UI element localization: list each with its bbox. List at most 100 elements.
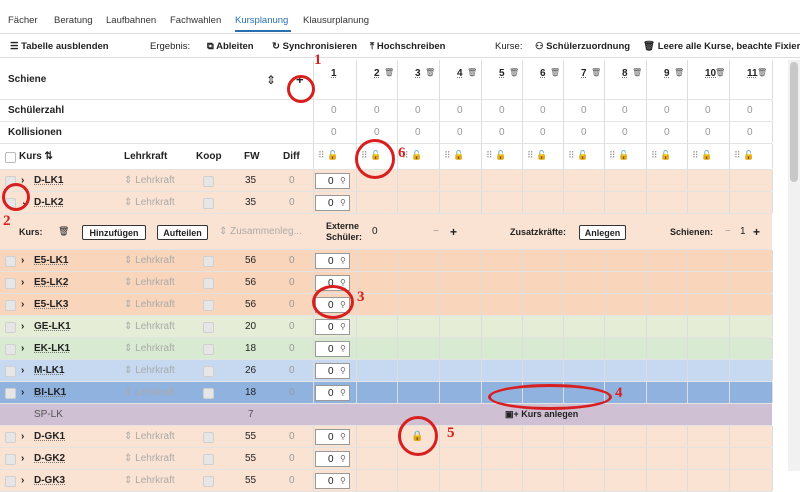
row-checkbox[interactable] [5, 388, 16, 399]
teacher-select[interactable]: ⇕ Lehrkraft [124, 272, 175, 293]
teacher-select[interactable]: ⇕ Lehrkraft [124, 382, 175, 403]
course-name[interactable]: D-LK1 [34, 170, 63, 191]
course-name[interactable]: E5-LK2 [34, 272, 68, 293]
delete-schiene-icon[interactable]: 🗑 [384, 68, 394, 77]
teacher-select[interactable]: ⇕ Lehrkraft [124, 470, 175, 491]
delete-schiene-icon[interactable]: 🗑 [509, 68, 519, 77]
delete-schiene-icon[interactable]: 🗑 [550, 68, 560, 77]
delete-schiene-icon[interactable]: 🗑 [632, 68, 642, 77]
row-checkbox[interactable] [5, 432, 16, 443]
hide-table-button[interactable]: ☰ Tabelle ausblenden [10, 41, 109, 52]
tab-laufbahnen[interactable]: Laufbahnen [106, 15, 156, 26]
delete-schiene-icon[interactable]: 🗑 [467, 68, 477, 77]
pin-icon[interactable]: ⚲ [340, 192, 346, 213]
chevron-right-icon[interactable]: › [21, 360, 24, 381]
teacher-select[interactable]: ⇕ Lehrkraft [124, 360, 175, 381]
student-assign-button[interactable]: ⚇ Schülerzuordnung [535, 41, 630, 52]
pin-icon[interactable]: ⚲ [340, 426, 346, 447]
teacher-select[interactable]: ⇕ Lehrkraft [124, 338, 175, 359]
sync-button[interactable]: ↻ Synchronisieren [272, 41, 357, 52]
add-course-button[interactable]: Hinzufügen [82, 225, 146, 240]
row-checkbox[interactable] [5, 366, 16, 377]
collapse-rows-icon[interactable]: ⇕ [266, 60, 276, 99]
row-checkbox[interactable] [5, 454, 16, 465]
row-checkbox[interactable] [5, 278, 16, 289]
course-name[interactable]: E5-LK1 [34, 250, 68, 271]
tab-beratung[interactable]: Beratung [54, 15, 93, 26]
chevron-right-icon[interactable]: › [21, 426, 24, 447]
koop-checkbox[interactable] [203, 432, 214, 443]
pin-icon[interactable]: ⚲ [340, 360, 346, 381]
select-all-checkbox[interactable] [5, 152, 16, 163]
tab-faecher[interactable]: Fächer [8, 15, 38, 26]
teacher-select[interactable]: ⇕ Lehrkraft [124, 294, 175, 315]
delete-schiene-icon[interactable]: 🗑 [425, 68, 435, 77]
row-checkbox[interactable] [5, 322, 16, 333]
pin-icon[interactable]: ⚲ [340, 338, 346, 359]
lock-icon[interactable]: ⠿ 🔓 [318, 150, 338, 161]
chevron-right-icon[interactable]: › [21, 316, 24, 337]
pin-icon[interactable]: ⚲ [340, 470, 346, 491]
koop-checkbox[interactable] [203, 476, 214, 487]
course-name[interactable]: BI-LK1 [34, 382, 66, 403]
lock-icon[interactable]: ⠿ 🔓 [568, 150, 588, 161]
external-increase-button[interactable]: + [450, 214, 457, 249]
chevron-right-icon[interactable]: › [21, 470, 24, 491]
kurs-header[interactable]: Kurs ⇅ [19, 144, 53, 169]
course-name[interactable]: D-GK3 [34, 470, 65, 491]
pin-icon[interactable]: ⚲ [340, 448, 346, 469]
teacher-select[interactable]: ⇕ Lehrkraft [124, 426, 175, 447]
delete-schiene-icon[interactable]: 🗑 [715, 68, 725, 77]
trash-icon[interactable]: 🗑 [58, 214, 69, 249]
course-name[interactable]: EK-LK1 [34, 338, 70, 359]
chevron-right-icon[interactable]: › [21, 338, 24, 359]
clear-courses-button[interactable]: 🗑 Leere alle Kurse, beachte Fixierungen [643, 41, 800, 52]
koop-checkbox[interactable] [203, 256, 214, 267]
chevron-right-icon[interactable]: › [21, 250, 24, 271]
lock-icon[interactable]: ⠿ 🔓 [734, 150, 754, 161]
rails-increase-button[interactable]: + [753, 214, 760, 249]
pin-icon[interactable]: ⚲ [340, 316, 346, 337]
lock-icon[interactable]: ⠿ 🔓 [444, 150, 464, 161]
tab-kursplanung[interactable]: Kursplanung [235, 15, 288, 26]
tab-klausurplanung[interactable]: Klausurplanung [303, 15, 369, 26]
merge-select[interactable]: ⇕ Zusammenleg... [219, 214, 302, 249]
tab-fachwahlen[interactable]: Fachwahlen [170, 15, 221, 26]
writeup-button[interactable]: ⤒ Hochschreiben [370, 41, 445, 52]
koop-checkbox[interactable] [203, 198, 214, 209]
derive-button[interactable]: ⧉ Ableiten [207, 41, 254, 52]
delete-schiene-icon[interactable]: 🗑 [591, 68, 601, 77]
course-name[interactable]: D-GK2 [34, 448, 65, 469]
koop-checkbox[interactable] [203, 300, 214, 311]
pin-icon[interactable]: ⚲ [340, 250, 346, 271]
lock-icon[interactable]: ⠿ 🔓 [486, 150, 506, 161]
course-name[interactable]: D-GK1 [34, 426, 65, 447]
teacher-select[interactable]: ⇕ Lehrkraft [124, 170, 175, 191]
pin-icon[interactable]: ⚲ [340, 170, 346, 191]
lock-icon[interactable]: ⠿ 🔓 [527, 150, 547, 161]
koop-checkbox[interactable] [203, 388, 214, 399]
koop-checkbox[interactable] [203, 344, 214, 355]
koop-checkbox[interactable] [203, 176, 214, 187]
chevron-right-icon[interactable]: › [21, 272, 24, 293]
rails-decrease-button[interactable]: − [725, 214, 731, 249]
row-checkbox[interactable] [5, 344, 16, 355]
delete-schiene-icon[interactable]: 🗑 [674, 68, 684, 77]
create-extra-teacher-button[interactable]: Anlegen [579, 225, 626, 240]
pin-icon[interactable]: ⚲ [340, 382, 346, 403]
row-checkbox[interactable] [5, 256, 16, 267]
koop-checkbox[interactable] [203, 322, 214, 333]
row-checkbox[interactable] [5, 300, 16, 311]
teacher-select[interactable]: ⇕ Lehrkraft [124, 448, 175, 469]
lock-icon[interactable]: ⠿ 🔓 [651, 150, 671, 161]
scrollbar-thumb[interactable] [790, 62, 798, 182]
chevron-right-icon[interactable]: › [21, 294, 24, 315]
lock-icon[interactable]: ⠿ 🔓 [692, 150, 712, 161]
course-name[interactable]: GE-LK1 [34, 316, 71, 337]
delete-schiene-icon[interactable]: 🗑 [757, 68, 767, 77]
koop-checkbox[interactable] [203, 278, 214, 289]
teacher-select[interactable]: ⇕ Lehrkraft [124, 316, 175, 337]
split-course-button[interactable]: Aufteilen [157, 225, 208, 240]
external-decrease-button[interactable]: − [433, 214, 439, 249]
row-checkbox[interactable] [5, 476, 16, 487]
